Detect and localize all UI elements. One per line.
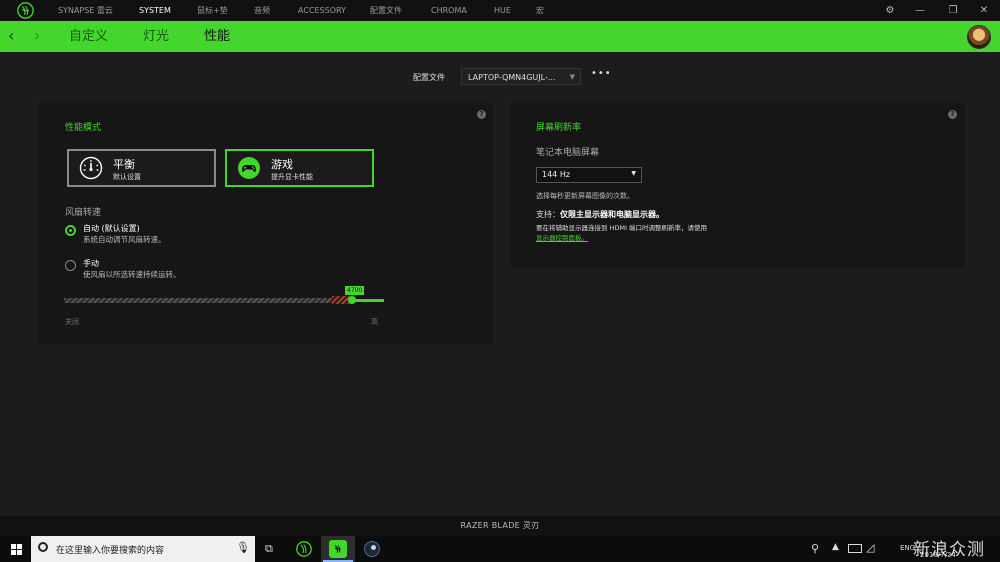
mode-gaming-title: 游戏 [271,158,293,171]
support-prefix: 支持： [536,210,560,219]
tab-customize[interactable]: 自定义 [69,21,108,52]
refresh-rate-panel: ? 屏幕刷新率 笔记本电脑屏幕 144 Hz ▼ 选择每秒更新屏幕图像的次数。 … [510,103,965,267]
fan-manual-radio[interactable] [65,260,76,271]
battery-icon[interactable] [848,544,862,553]
fan-auto-title: 自动 (默认设置) [83,224,140,233]
refresh-rate-value: 144 Hz [542,170,571,179]
windows-start-icon[interactable] [11,544,22,555]
refresh-rate-title: 屏幕刷新率 [536,123,582,133]
razer-logo-icon [17,2,34,19]
fan-slider-tooltip: 4700 [345,286,365,295]
people-icon[interactable]: ⚲ [811,542,819,555]
top-nav: SYNAPSE 雷云 SYSTEM 鼠标+垫 音频 ACCESSORY 配置文件… [58,0,556,21]
mode-gaming-subtitle: 提升显卡性能 [271,173,313,181]
close-icon[interactable]: ✕ [970,0,998,21]
profile-select[interactable]: LAPTOP-QMN4GUJL-... ▼ [461,68,581,85]
topnav-accessory[interactable]: ACCESSORY [298,0,370,21]
mode-balanced-button[interactable]: 平衡 默认设置 [67,149,216,187]
network-icon[interactable]: ◿ [866,541,874,554]
sub-nav: ‹ › 自定义 灯光 性能 [0,21,1000,52]
fan-speed-label: 风扇转速 [65,208,102,218]
topnav-chroma[interactable]: CHROMA [431,0,494,21]
minimize-icon[interactable]: — [906,0,934,21]
search-circle-icon [38,542,48,552]
topnav-hue[interactable]: HUE [494,0,536,21]
avatar[interactable] [967,25,991,49]
performance-mode-title: 性能模式 [65,123,102,133]
restore-icon[interactable]: ❐ [939,0,967,21]
synapse-taskbar-icon[interactable] [321,536,355,562]
fan-auto-radio[interactable] [65,225,76,236]
topnav-profiles[interactable]: 配置文件 [370,0,431,21]
title-bar: SYNAPSE 雷云 SYSTEM 鼠标+垫 音频 ACCESSORY 配置文件… [0,0,1000,21]
mode-gaming-button[interactable]: 游戏 提升显卡性能 [225,149,374,187]
taskbar-search-input[interactable]: 在这里输入你要搜索的内容 🎙 [31,536,255,562]
task-view-icon[interactable]: ⧉ [255,536,289,562]
microphone-icon[interactable]: 🎙 [236,541,250,554]
chevron-down-icon: ▼ [569,73,575,81]
performance-panel: ? 性能模式 平衡 默认设置 游戏 提升显卡性能 风扇转速 自动 (默认设置) … [38,103,493,344]
fan-slider-min-label: 关闭 [65,318,79,326]
help-icon[interactable]: ? [477,110,486,119]
topnav-macro[interactable]: 宏 [536,0,556,21]
topnav-mouse-pad[interactable]: 鼠标+垫 [197,0,254,21]
profile-label: 配置文件 [413,73,445,82]
tab-performance[interactable]: 性能 [204,21,230,52]
back-arrow-icon[interactable]: ‹ [8,21,14,51]
gamepad-icon [238,157,260,179]
help-icon[interactable]: ? [948,110,957,119]
forward-arrow-icon[interactable]: › [34,21,40,51]
fan-slider-max-label: 高 [371,318,378,326]
device-name[interactable]: RAZER BLADE 灵刃 [461,521,540,530]
fan-slider-track [64,298,334,303]
fan-slider[interactable]: 4700 [64,286,386,313]
razer-taskbar-icon[interactable] [287,536,321,562]
topnav-synapse[interactable]: SYNAPSE 雷云 [58,0,139,21]
steam-taskbar-icon[interactable] [355,536,389,562]
fan-auto-subtitle: 系统自动调节风扇转速。 [83,235,166,244]
refresh-rate-desc: 选择每秒更新屏幕图像的次数。 [536,192,634,200]
settings-gear-icon[interactable]: ⚙ [876,0,904,21]
chevron-down-icon: ▼ [631,170,636,177]
fan-manual-title: 手动 [83,259,99,268]
laptop-screen-label: 笔记本电脑屏幕 [536,148,600,158]
support-line: 支持：仅限主显示器和电脑显示器。 [536,209,664,220]
profile-value: LAPTOP-QMN4GUJL-... [468,73,556,82]
topnav-system[interactable]: SYSTEM [139,0,197,21]
refresh-rate-note: 要在将辅助显示器连接到 HDMI 端口时调整刷新率，请使用 [536,224,708,232]
fan-manual-subtitle: 使风扇以所选转速持续运转。 [83,270,181,279]
refresh-rate-select[interactable]: 144 Hz ▼ [536,167,642,183]
support-bold: 仅限主显示器和电脑显示器。 [560,210,664,219]
taskbar-search-placeholder: 在这里输入你要搜索的内容 [56,546,165,556]
watermark: 新浪众测 [913,540,985,560]
device-bar: RAZER BLADE 灵刃 [0,516,1000,536]
more-options-icon[interactable]: ••• [591,68,612,79]
mode-balanced-title: 平衡 [113,158,135,171]
mode-balanced-subtitle: 默认设置 [113,173,141,181]
display-control-panel-link[interactable]: 显示器控制面板。 [536,232,588,242]
chevron-up-icon[interactable]: ▲ [832,542,839,552]
gauge-icon [79,156,103,180]
topnav-audio[interactable]: 音频 [254,0,298,21]
tab-lighting[interactable]: 灯光 [143,21,169,52]
fan-slider-handle[interactable] [348,296,356,304]
